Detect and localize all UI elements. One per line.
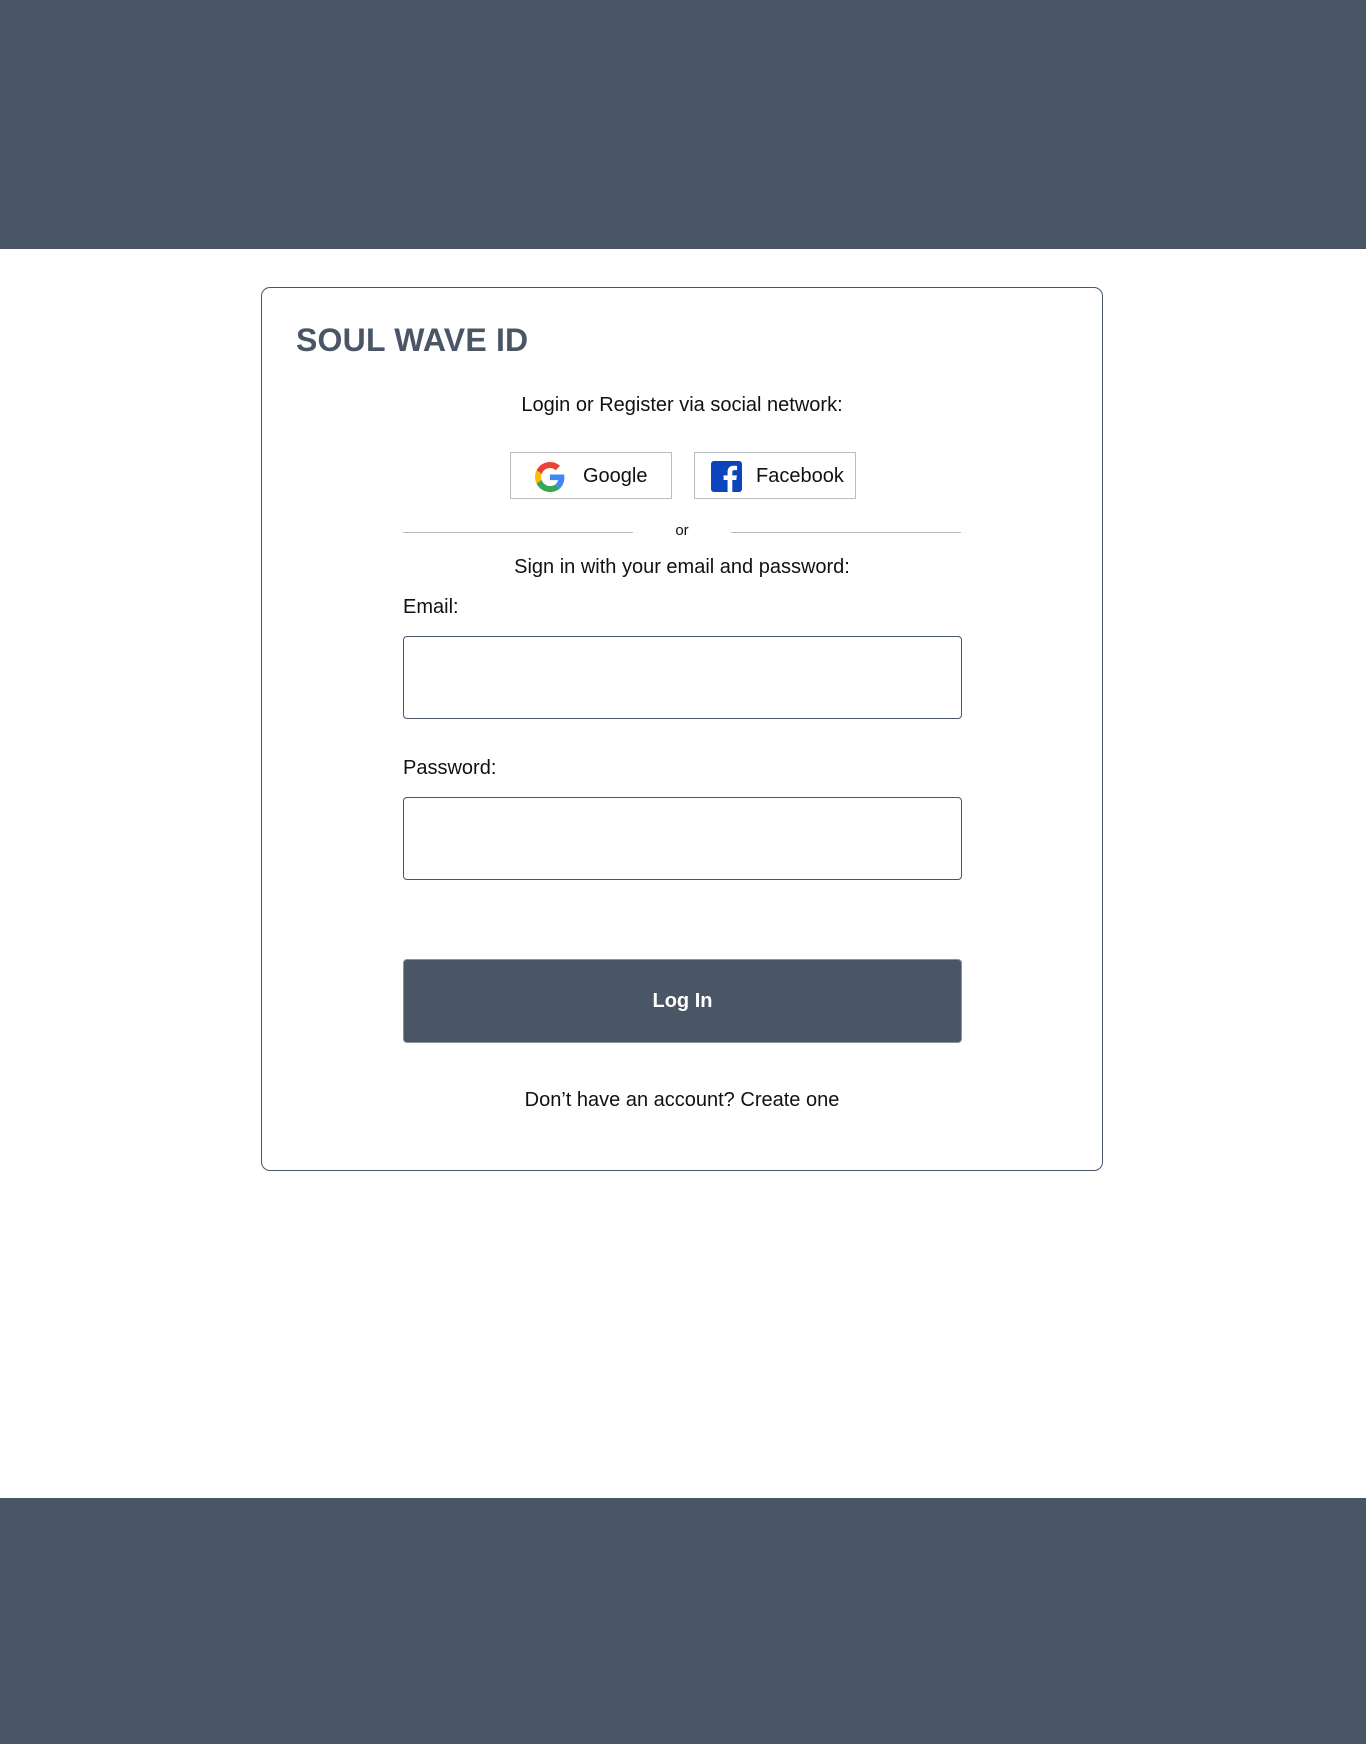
divider-line-right <box>731 532 961 533</box>
divider-or-label: or <box>675 522 689 539</box>
login-card: SOUL WAVE ID Login or Register via socia… <box>261 287 1103 1171</box>
divider-line-left <box>403 532 633 533</box>
facebook-login-button[interactable]: Facebook <box>694 452 856 499</box>
google-icon <box>535 462 565 492</box>
facebook-icon <box>711 461 742 492</box>
facebook-button-label: Facebook <box>756 465 844 487</box>
email-field[interactable] <box>403 636 962 719</box>
email-label: Email: <box>403 596 459 618</box>
social-login-prompt: Login or Register via social network: <box>521 394 843 416</box>
password-label: Password: <box>403 757 497 779</box>
login-button[interactable]: Log In <box>403 959 962 1043</box>
footer-banner <box>0 1498 1366 1744</box>
email-signin-prompt: Sign in with your email and password: <box>514 556 850 578</box>
register-prompt-text: Don’t have an account? <box>524 1089 735 1111</box>
create-account-link[interactable]: Create one <box>740 1089 839 1111</box>
password-field[interactable] <box>403 797 962 880</box>
brand-title: SOUL WAVE ID <box>296 322 529 358</box>
register-prompt: Don’t have an account? Create one <box>262 1088 1102 1112</box>
google-button-label: Google <box>583 465 648 487</box>
top-banner <box>0 0 1366 249</box>
google-login-button[interactable]: Google <box>510 452 672 499</box>
